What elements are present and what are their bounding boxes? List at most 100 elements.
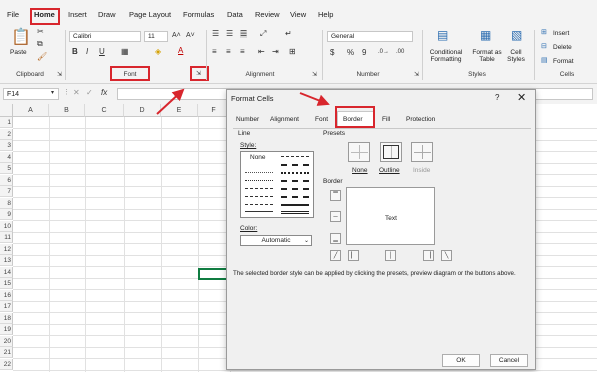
tab-help[interactable]: Help	[318, 10, 333, 19]
row-header[interactable]: 3	[0, 140, 13, 151]
paste-button-label[interactable]: Paste	[10, 49, 27, 56]
row-header[interactable]: 8	[0, 197, 13, 209]
borders-icon[interactable]: ▦	[121, 48, 129, 56]
format-painter-icon[interactable]: 🖌	[37, 53, 47, 61]
line-style-option[interactable]	[245, 211, 273, 212]
line-style-option[interactable]	[281, 211, 309, 214]
row-header[interactable]: 12	[0, 243, 13, 255]
percent-button[interactable]: %	[347, 49, 354, 57]
top-align-icon[interactable]: ☰	[212, 30, 219, 38]
row-header[interactable]: 9	[0, 209, 13, 220]
tab-number[interactable]: Number	[236, 116, 259, 123]
preset-outline-button[interactable]	[380, 142, 402, 162]
middle-align-icon[interactable]: ☰	[226, 30, 233, 38]
insert-function-button[interactable]: fx	[101, 89, 107, 97]
line-style-option[interactable]	[245, 196, 273, 197]
tab-view[interactable]: View	[290, 10, 306, 19]
line-style-option[interactable]	[281, 188, 309, 190]
border-bottom-button[interactable]: ▁	[330, 233, 341, 244]
bold-button[interactable]: B	[72, 48, 78, 56]
tab-insert[interactable]: Insert	[68, 10, 87, 19]
row-header[interactable]: 4	[0, 151, 13, 163]
line-style-option[interactable]	[281, 204, 309, 206]
column-header[interactable]: D	[124, 104, 161, 117]
border-top-button[interactable]: ▔	[330, 190, 341, 201]
border-right-button[interactable]: ▕	[423, 250, 434, 261]
line-style-option[interactable]	[281, 196, 309, 198]
close-icon[interactable]: ✕	[517, 91, 526, 104]
column-header[interactable]: E	[161, 104, 198, 117]
row-header[interactable]: 19	[0, 324, 13, 335]
number-format-dropdown[interactable]: General	[327, 31, 413, 42]
decrease-indent-icon[interactable]: ⇤	[258, 48, 265, 56]
cell-styles-button[interactable]: Cell Styles	[505, 49, 527, 64]
insert-cells-icon[interactable]: ⊞	[541, 29, 547, 36]
conditional-formatting-button[interactable]: Conditional Formatting	[426, 49, 466, 64]
format-cells-button[interactable]: Format	[553, 58, 574, 65]
tab-protection[interactable]: Protection	[406, 116, 435, 123]
tab-review[interactable]: Review	[255, 10, 280, 19]
copy-icon[interactable]: ⧉	[37, 40, 43, 48]
row-header[interactable]: 11	[0, 232, 13, 243]
cell-styles-icon[interactable]: ▧	[511, 29, 522, 41]
row-header[interactable]: 16	[0, 289, 13, 301]
row-header[interactable]: 7	[0, 186, 13, 197]
tab-page-layout[interactable]: Page Layout	[129, 10, 171, 19]
column-header[interactable]: C	[85, 104, 124, 117]
row-header[interactable]: 10	[0, 220, 13, 232]
row-header[interactable]: 17	[0, 301, 13, 312]
border-left-button[interactable]: ▏	[348, 250, 359, 261]
row-header[interactable]: 6	[0, 174, 13, 186]
preset-inside-button[interactable]	[411, 142, 433, 162]
orientation-icon[interactable]: ⤢	[260, 30, 266, 38]
increase-font-icon[interactable]: A˄	[172, 32, 181, 39]
font-size-dropdown[interactable]: 11	[144, 31, 168, 42]
insert-cells-button[interactable]: Insert	[553, 30, 569, 37]
delete-cells-icon[interactable]: ⊟	[541, 43, 547, 50]
underline-button[interactable]: U	[99, 48, 105, 56]
font-color-icon[interactable]: A	[178, 47, 183, 55]
tab-alignment[interactable]: Alignment	[270, 116, 299, 123]
line-style-option[interactable]	[245, 180, 273, 181]
italic-button[interactable]: I	[86, 48, 88, 56]
bottom-align-icon[interactable]: ☰	[240, 30, 248, 38]
row-header[interactable]: 18	[0, 312, 13, 324]
decrease-decimal-icon[interactable]: .00	[396, 49, 404, 55]
confirm-entry-icon[interactable]: ✓	[86, 89, 93, 97]
line-style-option[interactable]	[245, 172, 273, 173]
color-dropdown[interactable]: Automatic ⌄	[240, 235, 312, 246]
decrease-font-icon[interactable]: A˅	[186, 32, 195, 39]
align-center-icon[interactable]: ≡	[226, 48, 231, 56]
format-as-table-button[interactable]: Format as Table	[470, 49, 504, 64]
line-style-option[interactable]	[281, 180, 309, 182]
line-style-none[interactable]: None	[250, 154, 266, 161]
border-diagonal-down-button[interactable]: ╲	[441, 250, 452, 261]
tab-draw[interactable]: Draw	[98, 10, 116, 19]
line-style-option[interactable]	[281, 164, 309, 166]
column-header[interactable]: A	[13, 104, 49, 117]
comma-button[interactable]: 9	[362, 49, 366, 57]
alignment-launcher-icon[interactable]: ⇲	[312, 72, 317, 78]
tab-data[interactable]: Data	[227, 10, 243, 19]
align-left-icon[interactable]: ≡	[212, 48, 217, 56]
preset-none-button[interactable]	[348, 142, 370, 162]
line-style-option[interactable]	[281, 156, 309, 157]
format-as-table-icon[interactable]: ▦	[480, 29, 491, 41]
row-header[interactable]: 13	[0, 255, 13, 266]
help-button[interactable]: ?	[495, 93, 499, 102]
increase-indent-icon[interactable]: ⇥	[272, 48, 279, 56]
cut-icon[interactable]: ✂	[37, 28, 44, 36]
border-diagonal-up-button[interactable]: ╱	[330, 250, 341, 261]
cancel-button[interactable]: Cancel	[490, 354, 528, 367]
align-right-icon[interactable]: ≡	[240, 48, 245, 56]
column-header[interactable]: B	[49, 104, 85, 117]
tab-file[interactable]: File	[7, 10, 19, 19]
select-all-corner[interactable]	[0, 104, 13, 117]
currency-button[interactable]: $	[330, 49, 334, 57]
paste-icon[interactable]: 📋	[11, 30, 31, 46]
format-cells-icon[interactable]: ▤	[541, 57, 548, 64]
tab-formulas[interactable]: Formulas	[183, 10, 214, 19]
name-box-dropdown-icon[interactable]: ▾	[51, 90, 54, 96]
row-header[interactable]: 2	[0, 128, 13, 140]
fill-color-icon[interactable]: ◈	[155, 48, 161, 56]
